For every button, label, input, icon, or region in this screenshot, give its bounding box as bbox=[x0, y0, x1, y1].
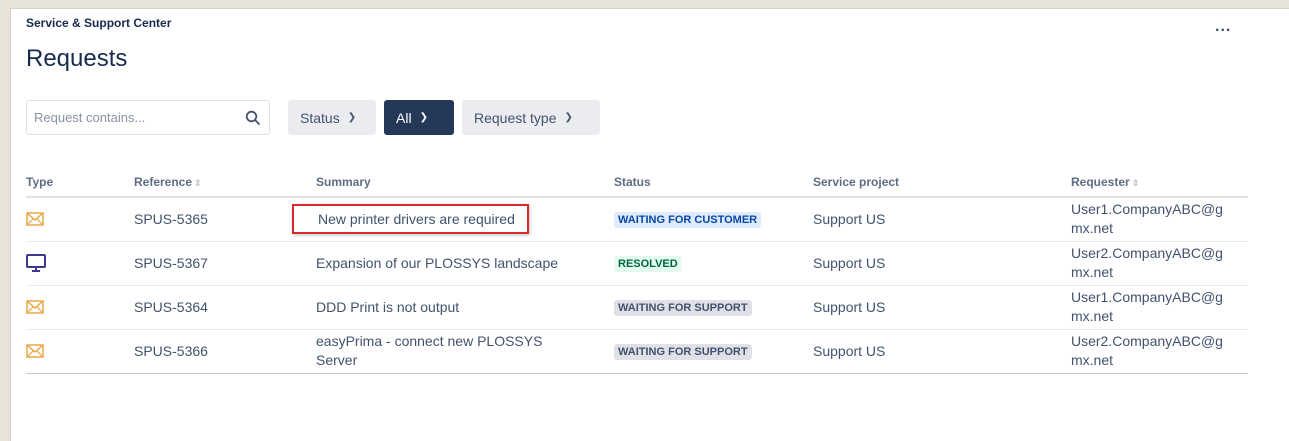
reference-link[interactable]: SPUS-5364 bbox=[134, 285, 316, 330]
column-header-summary: Summary bbox=[316, 168, 614, 198]
table-row[interactable]: SPUS-5367 Expansion of our PLOSSYS lands… bbox=[26, 241, 1248, 286]
status-cell: WAITING FOR CUSTOMER bbox=[614, 197, 813, 242]
reference-link[interactable]: SPUS-5367 bbox=[134, 241, 316, 286]
table-row[interactable]: SPUS-5365 New printer drivers are requir… bbox=[26, 197, 1248, 242]
requester-line1: User1.CompanyABC@g bbox=[1071, 289, 1223, 305]
type-cell bbox=[26, 285, 134, 330]
chevron-down-icon: ❯ bbox=[564, 111, 573, 123]
summary-line2: Server bbox=[316, 352, 358, 368]
requester-cell: User1.CompanyABC@g mx.net bbox=[1071, 285, 1248, 330]
reference-link[interactable]: SPUS-5366 bbox=[134, 329, 316, 374]
column-header-requester-label: Requester bbox=[1071, 175, 1130, 189]
summary-line1: easyPrima - connect new PLOSSYS bbox=[316, 333, 543, 349]
column-header-requester[interactable]: Requester ⇕ bbox=[1071, 168, 1248, 198]
search-input[interactable] bbox=[34, 110, 234, 125]
requester-line1: User1.CompanyABC@g bbox=[1071, 201, 1223, 218]
request-type-filter-label: Request type bbox=[474, 109, 557, 126]
request-type-filter-button[interactable]: Request type ❯ bbox=[462, 100, 600, 135]
search-field[interactable] bbox=[26, 100, 270, 135]
requester-line1: User2.CompanyABC@g bbox=[1071, 245, 1223, 261]
requester-line2: mx.net bbox=[1071, 352, 1114, 368]
status-badge: WAITING FOR SUPPORT bbox=[614, 344, 752, 360]
summary-link[interactable]: easyPrima - connect new PLOSSYS Server bbox=[316, 329, 614, 374]
email-icon bbox=[26, 212, 44, 226]
requester-cell: User2.CompanyABC@g mx.net bbox=[1071, 329, 1248, 374]
reference-link[interactable]: SPUS-5365 bbox=[134, 197, 316, 242]
requester-line2: mx.net bbox=[1071, 308, 1114, 324]
column-header-service-project: Service project bbox=[813, 168, 1071, 198]
more-actions-button[interactable]: ... bbox=[1215, 18, 1231, 36]
sort-icon[interactable]: ⇕ bbox=[1132, 178, 1140, 188]
summary-cell[interactable]: New printer drivers are required bbox=[292, 197, 614, 242]
status-badge: WAITING FOR SUPPORT bbox=[614, 300, 752, 316]
column-header-status: Status bbox=[614, 168, 813, 198]
status-cell: WAITING FOR SUPPORT bbox=[614, 329, 813, 374]
monitor-icon bbox=[26, 254, 46, 272]
table-header-row: Type Reference ⇕ Summary Status Service p… bbox=[26, 168, 1248, 198]
type-cell bbox=[26, 197, 134, 242]
highlighted-summary-link[interactable]: New printer drivers are required bbox=[292, 204, 529, 235]
chevron-down-icon: ❯ bbox=[347, 111, 357, 123]
table-row[interactable]: SPUS-5366 easyPrima - connect new PLOSSY… bbox=[26, 329, 1248, 374]
breadcrumb[interactable]: Service & Support Center bbox=[26, 16, 171, 30]
column-header-type: Type bbox=[26, 168, 134, 198]
requests-table: Type Reference ⇕ Summary Status Service p… bbox=[26, 168, 1248, 374]
chevron-down-icon: ❯ bbox=[419, 111, 428, 123]
status-cell: RESOLVED bbox=[614, 241, 813, 286]
all-filter-button[interactable]: All ❯ bbox=[384, 100, 454, 135]
sort-icon[interactable]: ⇕ bbox=[194, 178, 202, 188]
status-badge: WAITING FOR CUSTOMER bbox=[614, 212, 762, 229]
service-project: Support US bbox=[813, 197, 1071, 242]
requester-cell: User2.CompanyABC@g mx.net bbox=[1071, 241, 1248, 286]
requester-cell: User1.CompanyABC@g mx.net bbox=[1071, 197, 1248, 242]
type-cell bbox=[26, 241, 134, 286]
requester-line1: User2.CompanyABC@g bbox=[1071, 333, 1223, 349]
summary-link[interactable]: DDD Print is not output bbox=[316, 285, 614, 330]
column-header-reference[interactable]: Reference ⇕ bbox=[134, 168, 316, 198]
all-filter-label: All bbox=[396, 109, 412, 126]
status-badge: RESOLVED bbox=[614, 256, 682, 272]
service-project: Support US bbox=[813, 285, 1071, 330]
status-filter-button[interactable]: Status ❯ bbox=[288, 100, 376, 135]
summary-link[interactable]: Expansion of our PLOSSYS landscape bbox=[316, 241, 614, 286]
table-row[interactable]: SPUS-5364 DDD Print is not output WAITIN… bbox=[26, 285, 1248, 330]
service-project: Support US bbox=[813, 329, 1071, 374]
status-filter-label: Status bbox=[300, 109, 340, 126]
email-icon bbox=[26, 344, 44, 358]
search-icon[interactable] bbox=[245, 110, 261, 126]
page-title: Requests bbox=[26, 45, 128, 72]
status-cell: WAITING FOR SUPPORT bbox=[614, 285, 813, 330]
type-cell bbox=[26, 329, 134, 374]
requester-line2: mx.net bbox=[1071, 264, 1114, 280]
email-icon bbox=[26, 300, 44, 314]
requester-line2: mx.net bbox=[1071, 220, 1114, 237]
service-project: Support US bbox=[813, 241, 1071, 286]
column-header-reference-label: Reference bbox=[134, 175, 193, 189]
